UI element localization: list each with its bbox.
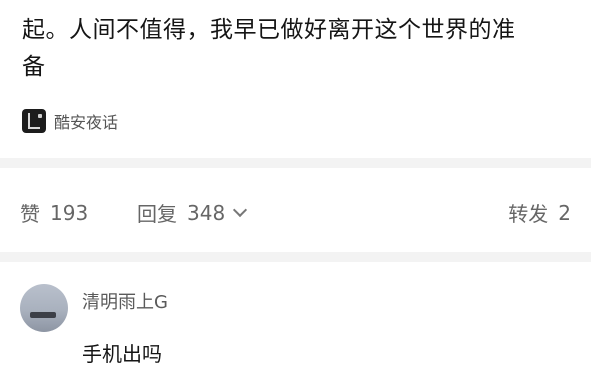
post-text-line-2: 备 [22,54,46,80]
section-divider [0,252,591,262]
repost-count: 2 [558,200,571,225]
section-divider [0,158,591,168]
post-body: 起。人间不值得，我早已做好离开这个世界的准 备 [22,12,577,86]
reply-label: 回复 [137,202,177,226]
like-label: 赞 [20,202,40,226]
comment-item[interactable]: 清明雨上G 手机出吗 [0,262,591,369]
repost-label: 转发 [508,202,549,226]
post-card: 起。人间不值得，我早已做好离开这个世界的准 备 酷安夜话 [0,0,591,158]
like-count: 193 [50,200,89,225]
reply-count: 348 [187,200,226,225]
comment-username[interactable]: 清明雨上G [82,288,168,314]
post-text-line-1: 起。人间不值得，我早已做好离开这个世界的准 [22,17,516,43]
chevron-down-icon [233,202,248,217]
app-logo-icon [22,109,46,133]
avatar[interactable] [20,284,68,332]
post-source[interactable]: 酷安夜话 [22,106,118,136]
repost-button[interactable]: 转发 2 [508,198,571,227]
comment-text: 手机出吗 [82,342,162,366]
like-button[interactable]: 赞 193 [20,198,88,227]
action-bar: 赞 193 回复 348 转发 2 [0,168,591,252]
source-name[interactable]: 酷安夜话 [54,109,118,133]
reply-button[interactable]: 回复 348 [137,198,248,227]
